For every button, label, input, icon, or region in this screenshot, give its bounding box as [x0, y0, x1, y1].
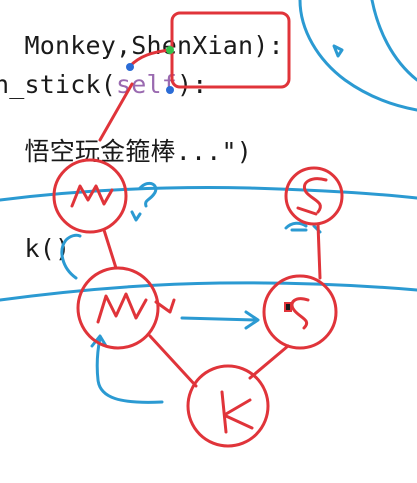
- k-glyph: [220, 390, 254, 434]
- s-mid-glyph: [290, 297, 310, 330]
- blue-m-top-mark: [130, 210, 142, 222]
- blue-s-scribble-top: [284, 221, 308, 230]
- handwritten-annotation-layer: [0, 0, 417, 448]
- red-pointer-line: [128, 48, 172, 68]
- blue-right-outer-swoop: [370, 0, 417, 82]
- edge-s-top-to-s-mid: [316, 222, 322, 280]
- edge-m-mid-to-k: [148, 334, 198, 388]
- selection-handle-bottom-icon: [166, 86, 174, 94]
- m-mid-glyph: [96, 292, 148, 324]
- node-s-top-circle: [284, 166, 344, 226]
- selection-handle-left-icon: [126, 63, 134, 71]
- edge-s-mid-to-k: [248, 344, 290, 380]
- node-k-circle: [186, 364, 270, 448]
- node-s-mid-circle: [262, 274, 338, 350]
- blue-right-swoop: [298, 0, 417, 112]
- text-cursor-icon: [286, 304, 290, 310]
- blue-arrow-m-to-s: [180, 310, 260, 330]
- blue-m-top-loop: [138, 181, 158, 208]
- red-slash: [98, 82, 134, 142]
- edge-m-top-to-m-mid: [102, 228, 118, 270]
- selection-box: [170, 11, 291, 89]
- blue-middle-curve: [0, 281, 417, 302]
- selection-handle-green-icon: [166, 46, 174, 54]
- blue-small-mark: [332, 44, 344, 58]
- s-top-glyph: [296, 177, 328, 216]
- blue-top-curve: [0, 186, 417, 202]
- blue-arrow-m-to-m: [60, 233, 82, 280]
